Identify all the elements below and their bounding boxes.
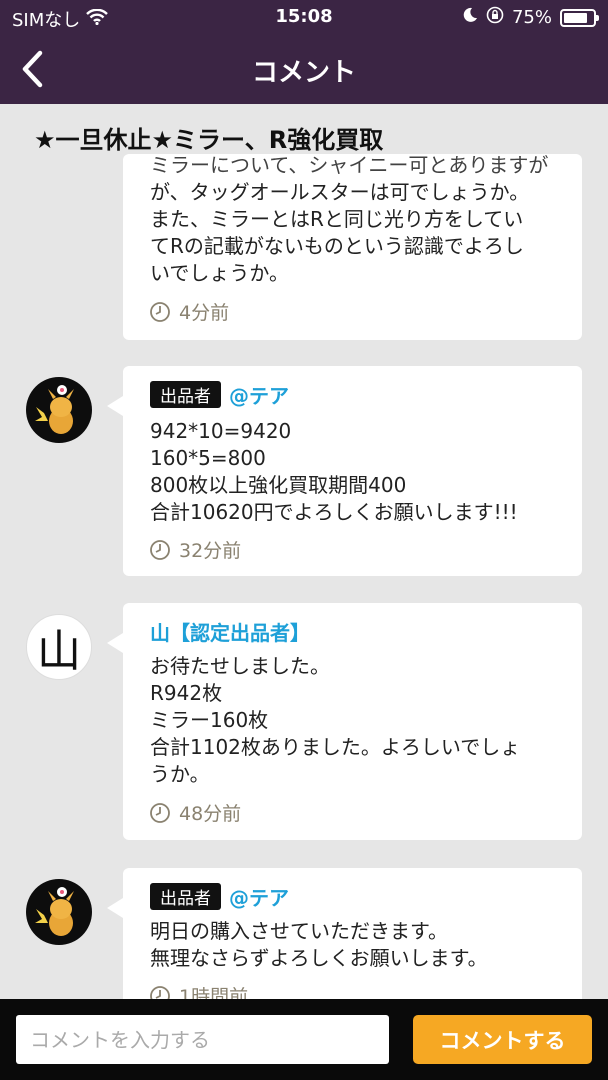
clock-icon (150, 539, 170, 560)
comment-text: 942*10=9420 160*5=800 800枚以上強化買取期間400 合計… (150, 419, 518, 524)
comment-timestamp: 32分前 (149, 536, 241, 563)
comment-header: 山【認定出品者】 (150, 617, 310, 646)
user-handle-link[interactable]: @テア (229, 882, 289, 911)
thread-title: ★一旦休止★ミラー、R強化買取 (34, 126, 384, 154)
comment-header: 出品者 @テア (150, 882, 289, 911)
comment-timestamp: 48分前 (149, 799, 241, 826)
battery-icon (560, 8, 599, 27)
seller-badge: 出品者 (150, 381, 221, 408)
status-bar: SIMなし 15:08 75% (0, 0, 608, 36)
comment-header: 出品者 @テア (150, 380, 289, 409)
comment-text: ミラーについて、シャイニー可とありますが が、タッグオールスターは可でしょうか。… (150, 153, 549, 285)
seller-badge: 出品者 (150, 883, 221, 910)
avatar[interactable] (26, 879, 92, 945)
page-title: コメント (251, 58, 356, 88)
comment-timestamp: 4分前 (149, 298, 229, 325)
comment-input[interactable] (16, 1015, 389, 1064)
comment-list[interactable]: ミラーについて、シャイニー可とありますが が、タッグオールスターは可でしょうか。… (0, 104, 608, 999)
comment-timestamp: 1時間前 (149, 982, 248, 999)
moon-icon (462, 7, 478, 28)
clock-icon (150, 985, 170, 999)
clock-icon (150, 802, 170, 823)
avatar[interactable]: 山 (26, 614, 92, 680)
comment-card: 出品者 @テア 942*10=9420 160*5=800 800枚以上強化買取… (107, 366, 582, 576)
comment-card: ミラーについて、シャイニー可とありますが が、タッグオールスターは可でしょうか。… (123, 153, 582, 340)
submit-comment-button[interactable]: コメントする (413, 1015, 592, 1064)
top-bar: SIMなし 15:08 75% コメント (0, 0, 608, 104)
comment-text: お待たせしました。 R942枚 ミラー160枚 合計1102枚ありました。よろし… (150, 654, 521, 786)
battery-percent: 75% (511, 7, 552, 28)
user-name-link[interactable]: 山【認定出品者】 (150, 617, 310, 646)
comment-card: 山【認定出品者】 お待たせしました。 R942枚 ミラー160枚 合計1102枚… (107, 603, 582, 840)
clock-icon (150, 301, 170, 322)
avatar[interactable] (26, 377, 92, 443)
comment-composer: コメントする (0, 999, 608, 1080)
comment-text: 明日の購入させていただきます。 無理なさらずよろしくお願いします。 (150, 919, 488, 970)
comment-card: 出品者 @テア 明日の購入させていただきます。 無理なさらずよろしくお願いします… (107, 868, 582, 999)
orientation-lock-icon (486, 6, 504, 29)
user-handle-link[interactable]: @テア (229, 380, 289, 409)
nav-bar: コメント (0, 36, 608, 104)
